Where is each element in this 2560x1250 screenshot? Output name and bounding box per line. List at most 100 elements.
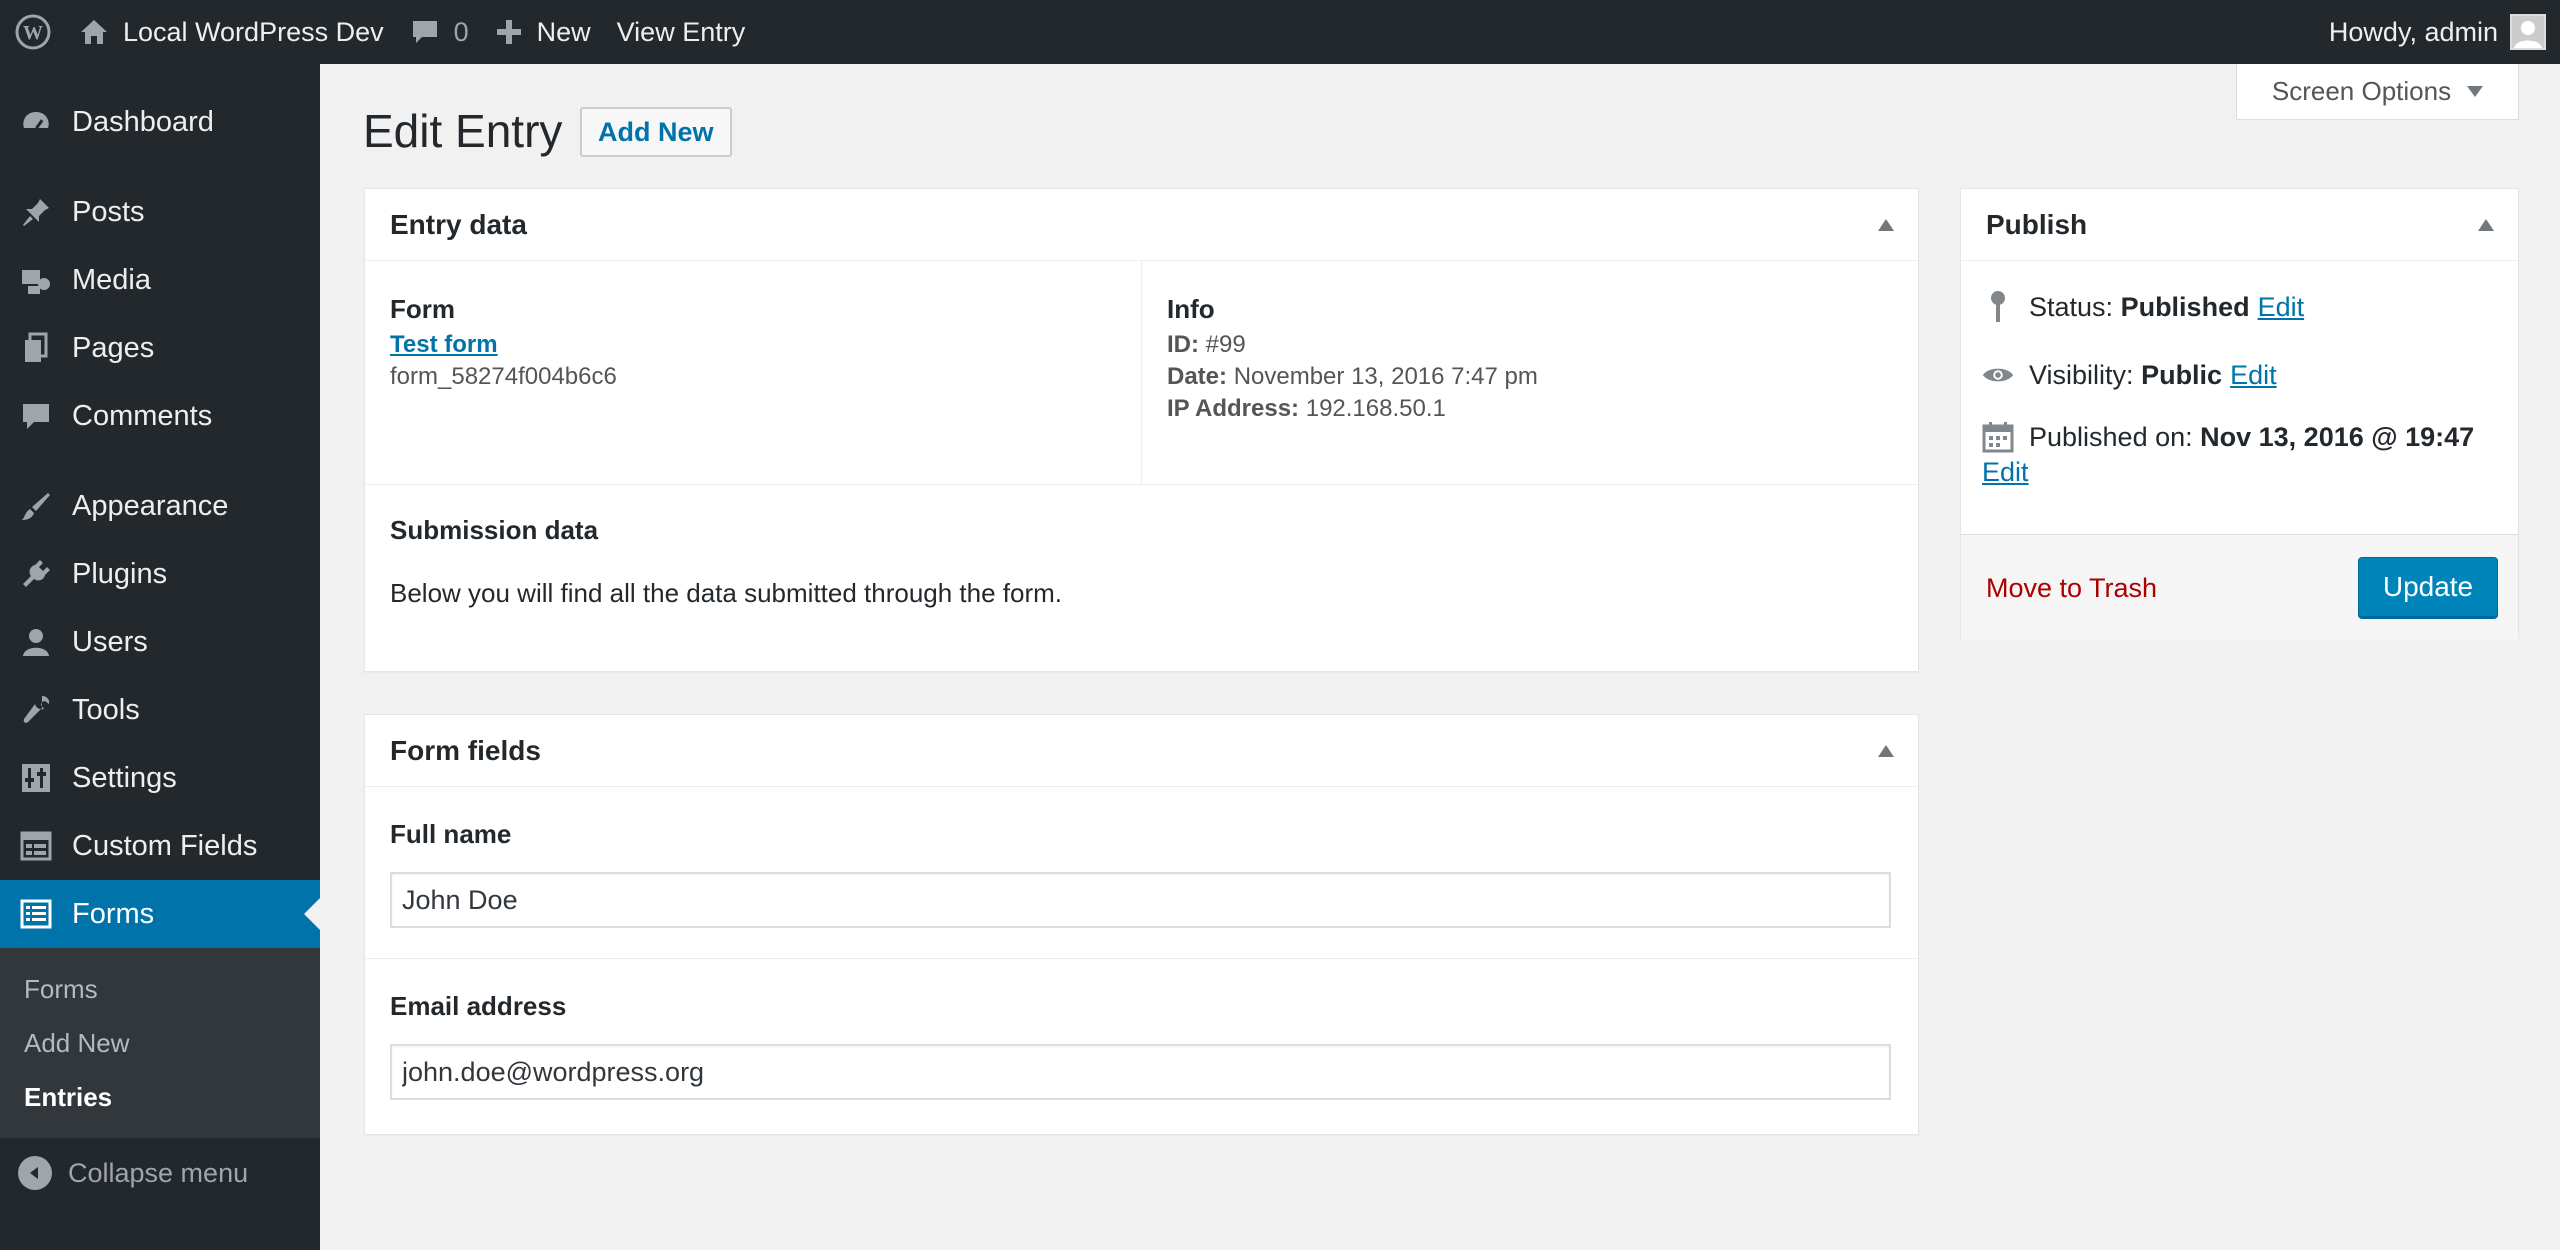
home-icon [79,18,109,46]
add-new-button[interactable]: Add New [580,107,732,157]
pushpin-icon [18,194,54,230]
email-row: Email address [365,959,1918,1130]
date-value: November 13, 2016 7:47 pm [1233,363,1538,390]
submission-text: Below you will find all the data submitt… [390,578,1063,608]
svg-text:W: W [23,22,43,44]
view-entry-label: View Entry [616,16,746,47]
form-link[interactable]: Test form [390,331,498,358]
publish-header[interactable]: Publish [1961,189,2518,261]
admin-menu: Dashboard Posts Media Pages Comments App… [0,64,320,1250]
form-fields-header[interactable]: Form fields [365,715,1918,787]
email-label: Email address [390,991,567,1021]
update-button[interactable]: Update [2358,557,2498,617]
email-input[interactable] [390,1044,1891,1100]
collapse-menu-button[interactable]: Collapse menu [0,1138,320,1208]
comments-link[interactable]: 0 [397,0,482,64]
menu-settings[interactable]: Settings [0,744,320,812]
publish-box: Publish Status: Published Edit Visibilit… [1960,188,2519,640]
full-name-input[interactable] [390,872,1891,928]
menu-label: Plugins [72,557,168,590]
entry-ip-row: IP Address: 192.168.50.1 [1167,393,1893,425]
published-on-row: Published on: Nov 13, 2016 @ 19:47 [1961,417,2518,457]
menu-custom-fields[interactable]: Custom Fields [0,812,320,880]
menu-posts[interactable]: Posts [0,178,320,246]
menu-label: Media [72,263,151,296]
settings-sliders-icon [18,760,54,796]
move-to-trash-link[interactable]: Move to Trash [1986,573,2157,604]
new-label: New [536,16,591,47]
submenu-forms[interactable]: Forms [0,962,320,1016]
menu-pages[interactable]: Pages [0,314,320,382]
admin-bar: W Local WordPress Dev 0 New View Entry H… [0,0,2560,64]
submenu-entries[interactable]: Entries [0,1070,320,1124]
user-icon [18,624,54,660]
menu-users[interactable]: Users [0,608,320,676]
entry-date-row: Date: November 13, 2016 7:47 pm [1167,361,1893,393]
box-title: Form fields [390,734,541,766]
menu-forms[interactable]: Forms [0,880,320,948]
menu-appearance[interactable]: Appearance [0,472,320,540]
my-account[interactable]: Howdy, admin [2329,14,2560,50]
published-value: Nov 13, 2016 @ 19:47 [2200,421,2475,452]
ip-label: IP Address: [1167,395,1300,422]
menu-label: Tools [72,693,140,726]
plus-icon [495,18,523,46]
date-label: Date: [1167,363,1228,390]
form-id: form_58274f004b6c6 [390,363,617,390]
menu-comments[interactable]: Comments [0,382,320,450]
publish-actions: Move to Trash Update [1961,534,2518,640]
paintbrush-icon [18,488,54,524]
id-label: ID: [1167,331,1199,358]
id-value: #99 [1205,331,1246,358]
form-info-column: Form Test form form_58274f004b6c6 [365,261,1142,484]
toggle-arrow-icon[interactable] [2478,219,2494,231]
new-content-link[interactable]: New [482,0,604,64]
site-name: Local WordPress Dev [123,16,384,47]
visibility-value: Public [2141,359,2223,390]
page-title: Edit Entry [363,105,563,157]
entry-data-box: Entry data Form Test form form_58274f004… [364,188,1919,672]
menu-label: Posts [72,195,145,228]
view-entry-link[interactable]: View Entry [604,0,759,64]
submission-section: Submission data Below you will find all … [365,485,1918,639]
published-edit-row: Edit [1961,457,2518,488]
edit-date-link[interactable]: Edit [1982,457,2029,487]
media-camera-icon [18,262,54,298]
menu-plugins[interactable]: Plugins [0,540,320,608]
published-label: Published on: [2029,421,2193,452]
status-row: Status: Published Edit [1961,273,2518,341]
table-grid-icon [18,828,54,864]
box-title: Publish [1986,208,2088,240]
menu-media[interactable]: Media [0,246,320,314]
comment-bubble-icon [410,18,440,46]
wrench-icon [18,692,54,728]
menu-label: Dashboard [72,105,214,138]
entry-info-column: Info ID: #99 Date: November 13, 2016 7:4… [1142,261,1918,484]
key-pin-icon [1981,290,2015,324]
comment-bubble-icon [18,398,54,434]
submission-heading: Submission data [390,515,599,545]
menu-dashboard[interactable]: Dashboard [0,88,320,156]
caret-down-icon [2467,85,2484,97]
menu-label: Users [72,625,148,658]
entry-data-header[interactable]: Entry data [365,189,1918,261]
ip-value: 192.168.50.1 [1305,395,1446,422]
forms-submenu: Forms Add New Entries [0,948,320,1138]
status-label: Status: [2029,291,2114,322]
wordpress-logo-icon[interactable]: W [0,0,66,64]
menu-tools[interactable]: Tools [0,676,320,744]
submenu-add-new[interactable]: Add New [0,1016,320,1070]
screen-options-button[interactable]: Screen Options [2236,64,2519,120]
toggle-arrow-icon[interactable] [1878,219,1894,231]
site-name-link[interactable]: Local WordPress Dev [66,0,397,64]
full-name-label: Full name [390,819,512,849]
visibility-row: Visibility: Public Edit [1961,341,2518,409]
edit-status-link[interactable]: Edit [2258,292,2305,323]
list-form-icon [18,896,54,932]
box-title: Entry data [390,208,527,240]
toggle-arrow-icon[interactable] [1878,745,1894,757]
collapse-arrow-icon [18,1156,52,1190]
edit-visibility-link[interactable]: Edit [2230,360,2277,391]
menu-label: Forms [72,897,155,930]
status-value: Published [2120,291,2250,322]
